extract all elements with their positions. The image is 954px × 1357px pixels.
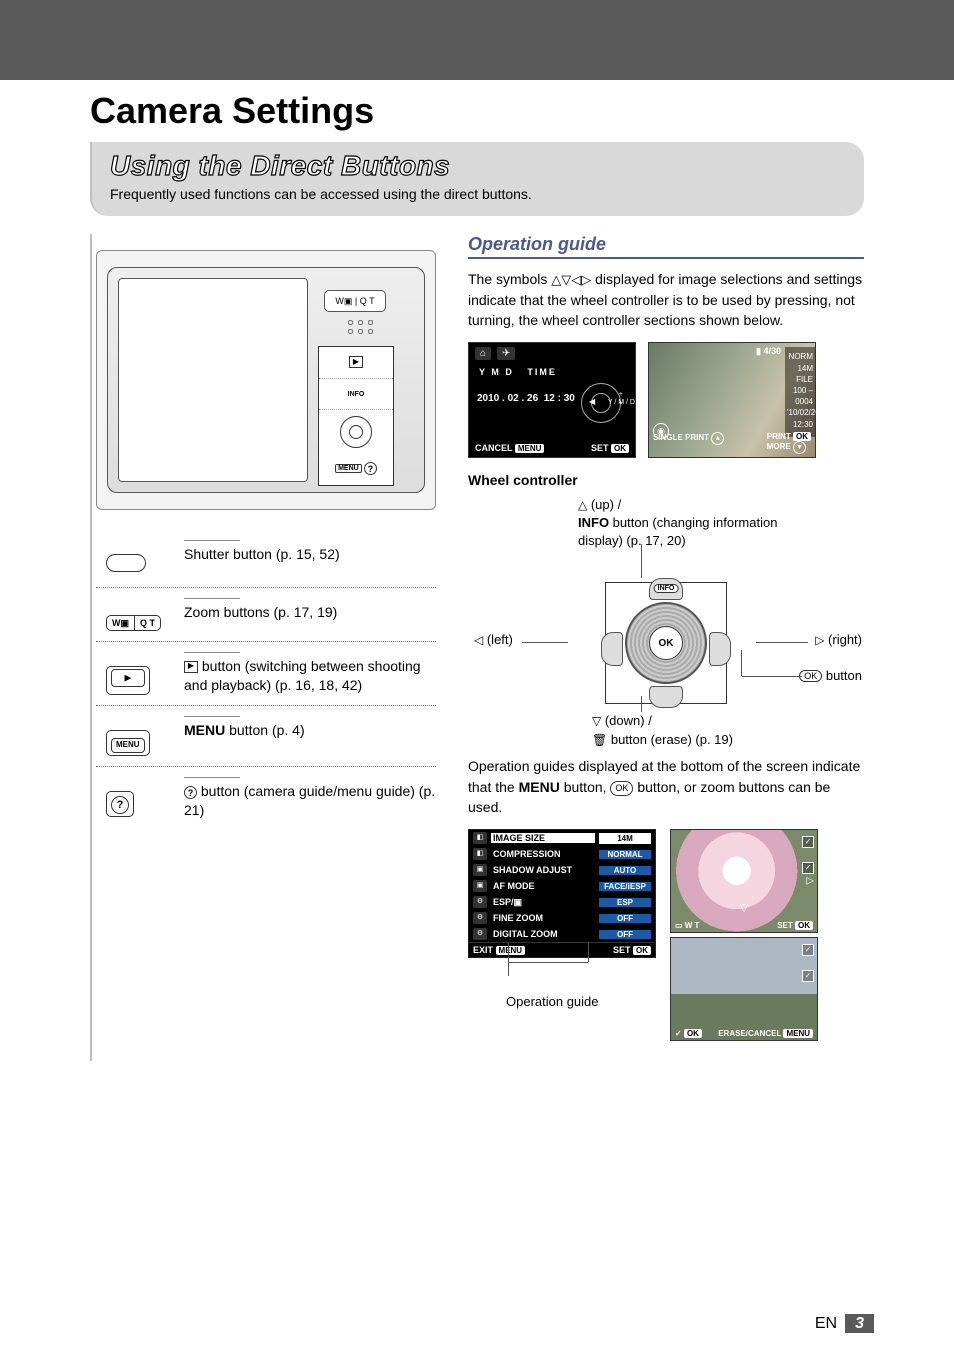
wheel-ok-button: OK <box>649 626 683 660</box>
operation-guide-mid-text: Operation guides displayed at the bottom… <box>468 756 864 817</box>
list-item: Shutter button (p. 15, 52) <box>96 530 436 587</box>
date-time-screen: ⌂✈ Y M D TIME 2010 . 02 . 26 12 : 30 +– … <box>468 342 636 458</box>
page-title: Camera Settings <box>90 90 864 132</box>
camera-diagram: W▣ | Q T INFO MENU ? <box>96 250 436 510</box>
info-tag: INFO <box>654 584 679 593</box>
camera-icon: ◧ <box>473 832 487 844</box>
check-icon: ✓ <box>802 970 814 982</box>
page-footer: EN3 <box>815 1315 874 1333</box>
shutter-icon <box>106 554 146 572</box>
operation-guide-caption: Operation guide <box>506 994 656 1009</box>
operation-guide-heading: Operation guide <box>468 234 864 259</box>
thumbnail-landscape: ✓✓ ✓ OK ERASE/CANCEL MENU <box>670 937 818 1041</box>
list-item: MENU MENU button (p. 4) <box>96 705 436 766</box>
button-desc: button (camera guide/menu guide) (p. 21) <box>184 783 435 818</box>
button-desc: button (switching between shooting and p… <box>184 658 421 693</box>
wheel-up-label: △ (up) / INFO button (changing informati… <box>578 496 788 549</box>
wheel-down-label: ▽ (down) / 🗑 button (erase) (p. 19) <box>592 712 792 748</box>
section-subtitle: Frequently used functions can be accesse… <box>110 186 846 202</box>
menu-screen: ◧IMAGE SIZE14M ◧COMPRESSIONNORMAL ▣SHADO… <box>468 829 656 958</box>
list-item: ? ? button (camera guide/menu guide) (p.… <box>96 766 436 830</box>
check-icon: ✓ <box>802 836 814 848</box>
wheel-right-button <box>709 632 731 666</box>
header-bar <box>0 0 954 80</box>
wheel-down-button <box>649 686 683 708</box>
direct-buttons-list: Shutter button (p. 15, 52) W▣Q T Zoom bu… <box>96 530 436 830</box>
list-item: W▣Q T Zoom buttons (p. 17, 19) <box>96 587 436 641</box>
playback-icon <box>184 661 198 673</box>
button-desc: Shutter button (p. 15, 52) <box>184 546 340 562</box>
zoom-rocker-illustration: W▣ | Q T <box>324 290 386 312</box>
wheel-left-label: ◁ (left) <box>474 632 513 647</box>
wheel-right-label: ▷ (right) <box>815 632 862 647</box>
help-icon: ? <box>184 786 197 799</box>
operation-guide-intro: The symbols △▽◁▷ displayed for image sel… <box>468 269 864 330</box>
zoom-icon: W▣Q T <box>106 615 161 631</box>
button-desc: Zoom buttons (p. 17, 19) <box>184 604 337 620</box>
help-icon: ? <box>111 796 129 814</box>
wheel-controller-diagram: △ (up) / INFO button (changing informati… <box>468 496 864 746</box>
playback-icon <box>111 669 145 687</box>
button-desc: button (p. 4) <box>225 722 304 738</box>
down-arrow-icon: ▽ <box>740 903 748 914</box>
list-item: button (switching between shooting and p… <box>96 641 436 705</box>
section-banner: Using the Direct Buttons Frequently used… <box>90 142 864 216</box>
thumbnail-rose: ▷ ▽ ✓✓ ▭ W T SET OK <box>670 829 818 933</box>
globe-icon: ✈ <box>497 347 515 360</box>
menu-icon: MENU <box>111 738 145 753</box>
check-icon: ✓ <box>802 944 814 956</box>
right-arrow-icon: ▷ <box>806 876 814 887</box>
playback-icon <box>349 356 363 368</box>
wheel-ok-label: OK button <box>799 668 862 683</box>
trash-icon: 🗑 <box>592 733 607 747</box>
check-icon: ✓ <box>802 862 814 874</box>
wheel-controller-heading: Wheel controller <box>468 472 864 488</box>
playback-screen: ▮ 4/30 NORM 14M FILE 100 – 0004 '10/02/2… <box>648 342 816 458</box>
wheel-illustration-small <box>340 416 372 448</box>
wheel-left-button <box>601 632 623 666</box>
section-title: Using the Direct Buttons <box>110 150 846 182</box>
home-icon: ⌂ <box>475 347 491 360</box>
